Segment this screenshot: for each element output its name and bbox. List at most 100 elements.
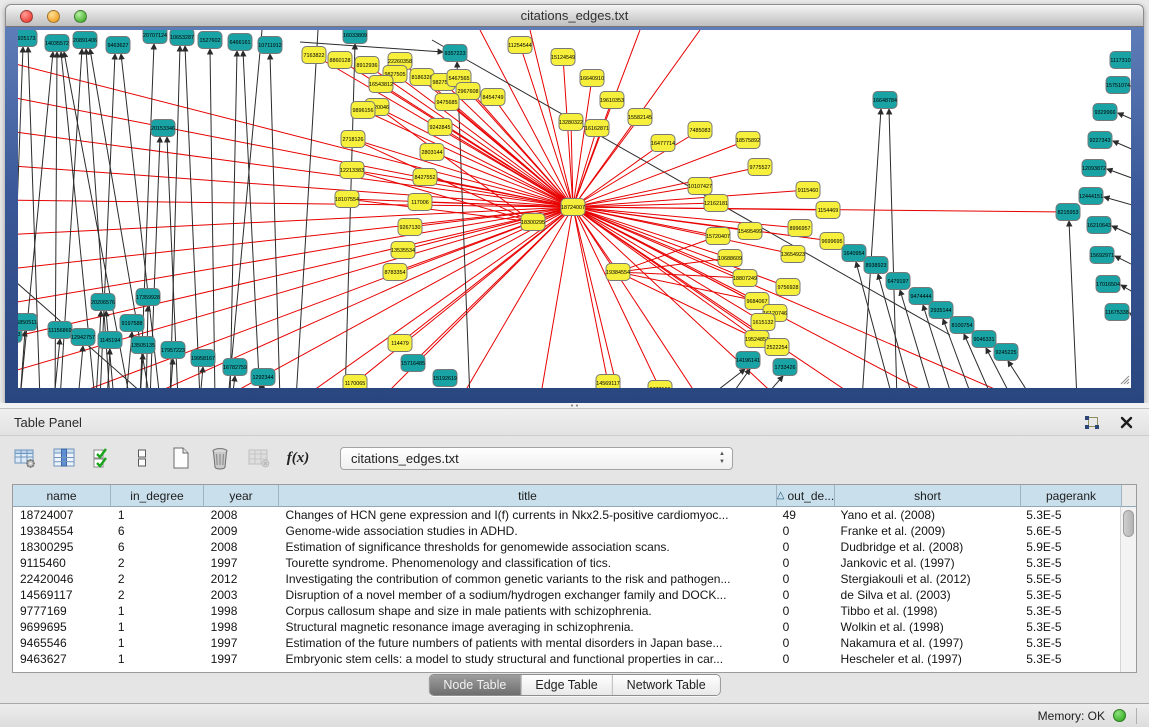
column-header-short[interactable]: short xyxy=(835,485,1021,507)
graph-node[interactable]: 20707124 xyxy=(143,30,167,44)
table-cell[interactable]: 6 xyxy=(111,523,204,539)
table-cell[interactable]: 1998 xyxy=(204,619,279,635)
network-canvas-svg[interactable]: 1872400718300295193845547163822886012889… xyxy=(18,30,1131,388)
table-cell[interactable]: Hescheler et al. (1997) xyxy=(834,651,1020,667)
table-row[interactable]: 977716911998Corpus callosum shape and si… xyxy=(13,603,1120,619)
graph-node[interactable]: 16782759 xyxy=(223,359,247,376)
table-cell[interactable]: Changes of HCN gene expression and I(f) … xyxy=(279,507,776,523)
table-cell[interactable]: Embryonic stem cells: a model to study s… xyxy=(279,651,776,667)
graph-node[interactable]: 15692971 xyxy=(1090,247,1114,264)
table-row[interactable]: 1456911722003Disruption of a novel membe… xyxy=(13,587,1120,603)
graph-node[interactable]: 11675338 xyxy=(1105,304,1129,321)
graph-node[interactable]: 8100754 xyxy=(950,317,974,334)
graph-node[interactable]: 6479197 xyxy=(886,273,910,290)
table-cell[interactable]: 14569117 xyxy=(13,587,111,603)
graph-node[interactable]: 16162871 xyxy=(585,120,609,137)
table-row[interactable]: 911546021997Tourette syndrome. Phenomeno… xyxy=(13,555,1120,571)
table-cell[interactable]: 2008 xyxy=(204,507,279,523)
table-row[interactable]: 946554611997Estimation of the future num… xyxy=(13,635,1120,651)
float-panel-icon[interactable] xyxy=(1083,414,1101,430)
graph-node[interactable]: 10688609 xyxy=(718,250,742,267)
table-cell[interactable]: 2 xyxy=(111,555,204,571)
table-cell[interactable]: 5.3E-5 xyxy=(1019,619,1120,635)
table-cell[interactable]: 5.3E-5 xyxy=(1019,507,1120,523)
graph-node[interactable]: 12093872 xyxy=(1082,160,1106,177)
graph-node[interactable]: 14035572 xyxy=(45,35,69,52)
graph-node[interactable]: 1145194 xyxy=(98,332,122,349)
graph-node[interactable]: 11173105 xyxy=(1110,52,1131,69)
select-rows-icon[interactable] xyxy=(90,445,116,471)
graph-node[interactable]: 16648784 xyxy=(873,92,897,109)
graph-node[interactable]: 1527602 xyxy=(198,32,222,49)
graph-node[interactable]: 9227343 xyxy=(1088,132,1112,149)
table-cell[interactable]: 2003 xyxy=(204,587,279,603)
graph-node[interactable]: 9896156 xyxy=(351,102,375,119)
graph-node[interactable]: 12444151 xyxy=(1079,188,1103,205)
graph-node[interactable]: 8912936 xyxy=(355,57,379,74)
graph-node[interactable]: 13654923 xyxy=(781,246,805,263)
graph-node[interactable]: 9463627 xyxy=(106,37,130,54)
graph-node[interactable]: 12942757 xyxy=(71,329,95,346)
table-cell[interactable]: 0 xyxy=(776,619,834,635)
table-cell[interactable]: 0 xyxy=(776,603,834,619)
table-cell[interactable]: 0 xyxy=(776,571,834,587)
graph-node[interactable]: 9357223 xyxy=(443,45,467,62)
graph-node[interactable]: 18300295 xyxy=(521,214,545,231)
table-cell[interactable]: 5.3E-5 xyxy=(1019,651,1120,667)
table-cell[interactable]: 1997 xyxy=(204,651,279,667)
network-window-titlebar[interactable]: citations_edges.txt xyxy=(5,4,1144,27)
graph-node[interactable]: 8783354 xyxy=(383,264,407,281)
graph-node[interactable]: 16850511 xyxy=(18,314,37,331)
graph-node[interactable]: 15124549 xyxy=(551,49,575,66)
column-header-out_de[interactable]: △out_de... xyxy=(777,485,835,507)
graph-node[interactable]: 15720407 xyxy=(706,228,730,245)
table-cell[interactable]: 5.3E-5 xyxy=(1019,603,1120,619)
graph-node[interactable]: 15751074 xyxy=(1106,77,1130,94)
network-canvas[interactable]: 1872400718300295193845547163822886012889… xyxy=(18,30,1131,388)
table-cell[interactable]: 22420046 xyxy=(13,571,111,587)
graph-node[interactable]: 8186328 xyxy=(410,69,434,86)
scrollbar-thumb[interactable] xyxy=(1123,510,1134,537)
graph-node[interactable]: 114479 xyxy=(388,335,412,352)
close-window-button[interactable] xyxy=(20,10,33,23)
table-cell[interactable]: 1 xyxy=(111,507,204,523)
graph-node[interactable]: 2522254 xyxy=(765,339,789,356)
graph-node[interactable]: 9775527 xyxy=(748,159,772,176)
table-cell[interactable]: 2 xyxy=(111,587,204,603)
graph-node[interactable]: 9242845 xyxy=(428,119,452,136)
zoom-window-button[interactable] xyxy=(74,10,87,23)
graph-node[interactable]: 11156869 xyxy=(48,322,72,339)
graph-node[interactable]: 18575892 xyxy=(736,132,760,149)
column-header-name[interactable]: name xyxy=(13,485,111,507)
table-cell[interactable]: Genome-wide association studies in ADHD. xyxy=(279,523,776,539)
table-cell[interactable]: 9463627 xyxy=(13,651,111,667)
graph-node[interactable]: 19958167 xyxy=(191,350,215,367)
graph-node[interactable]: 1615132 xyxy=(751,314,775,331)
table-cell[interactable]: Yano et al. (2008) xyxy=(834,507,1020,523)
graph-node[interactable]: 10107427 xyxy=(688,178,712,195)
graph-node[interactable]: 9046331 xyxy=(972,331,996,348)
graph-node[interactable]: 8996957 xyxy=(788,220,812,237)
canvas-resize-grip[interactable] xyxy=(1121,376,1129,384)
graph-node[interactable]: 16477714 xyxy=(651,135,675,152)
graph-node[interactable]: 1640954 xyxy=(842,245,866,262)
graph-node[interactable]: 2935144 xyxy=(929,302,953,319)
graph-node[interactable]: 7163822 xyxy=(302,47,326,64)
table-cell[interactable]: Nakamura et al. (1997) xyxy=(834,635,1020,651)
table-cell[interactable]: 18724007 xyxy=(13,507,111,523)
graph-node[interactable]: 19384554 xyxy=(606,264,630,281)
table-cell[interactable]: 1998 xyxy=(204,603,279,619)
graph-node[interactable]: 17957223 xyxy=(161,342,185,359)
graph-node[interactable]: 7485083 xyxy=(688,122,712,139)
graph-node[interactable]: 16640910 xyxy=(580,70,604,87)
table-cell[interactable]: 1 xyxy=(111,651,204,667)
table-cell[interactable]: 5.6E-5 xyxy=(1019,523,1120,539)
table-cell[interactable]: Tibbo et al. (1998) xyxy=(834,603,1020,619)
table-cell[interactable]: 9777169 xyxy=(13,603,111,619)
graph-node[interactable]: 9474444 xyxy=(909,288,933,305)
graph-node[interactable]: 9699695 xyxy=(820,233,844,250)
table-cell[interactable]: Stergiakouli et al. (2012) xyxy=(834,571,1020,587)
table-cell[interactable]: 5.9E-5 xyxy=(1019,539,1120,555)
table-cell[interactable]: Jankovic et al. (1997) xyxy=(834,555,1020,571)
memory-ok-indicator-icon[interactable] xyxy=(1113,709,1126,722)
